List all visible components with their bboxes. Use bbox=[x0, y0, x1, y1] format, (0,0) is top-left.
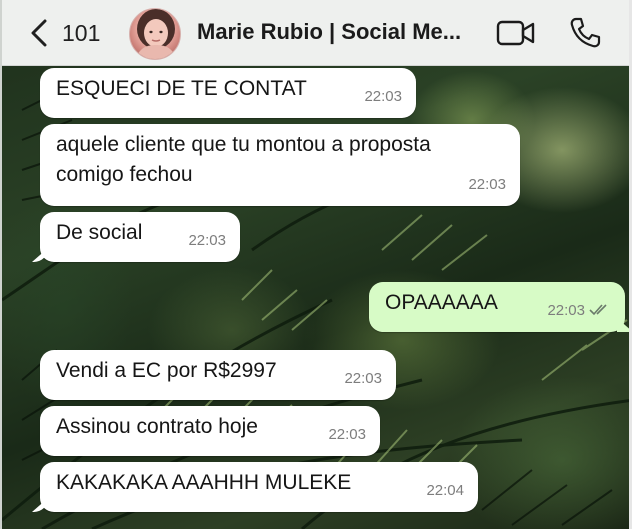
message-time: 22:03 bbox=[328, 426, 366, 443]
message-text: ESQUECI DE TE CONTAT bbox=[56, 77, 307, 100]
message-incoming[interactable]: ESQUECI DE TE CONTAT 22:03 bbox=[40, 68, 416, 118]
message-text: De social bbox=[56, 221, 143, 244]
message-time: 22:03 bbox=[344, 370, 382, 387]
message-text: OPAAAAAA bbox=[385, 291, 498, 314]
message-time: 22:03 bbox=[364, 88, 402, 105]
avatar-image bbox=[136, 9, 176, 59]
chat-header: 101 Marie Rubio | Social Me... bbox=[2, 0, 629, 66]
message-incoming[interactable]: Vendi a EC por R$2997 22:03 bbox=[40, 350, 396, 400]
message-incoming[interactable]: KAKAKAKA AAAHHH MULEKE 22:04 bbox=[40, 462, 478, 512]
message-outgoing[interactable]: OPAAAAAA 22:03 bbox=[369, 282, 625, 332]
voice-call-button[interactable] bbox=[568, 16, 602, 50]
chat-screen: 101 Marie Rubio | Social Me... ESQUECI D… bbox=[0, 0, 632, 529]
message-time: 22:03 bbox=[468, 176, 506, 193]
message-time: 22:03 bbox=[547, 296, 611, 326]
video-camera-icon bbox=[496, 20, 535, 46]
message-time-text: 22:03 bbox=[547, 302, 585, 319]
message-text: KAKAKAKA AAAHHH MULEKE bbox=[56, 471, 352, 494]
phone-icon bbox=[570, 17, 601, 48]
double-check-icon bbox=[589, 304, 607, 316]
message-time: 22:04 bbox=[426, 482, 464, 499]
message-text-line: comigo fechou bbox=[56, 163, 193, 186]
video-call-button[interactable] bbox=[496, 18, 536, 48]
message-incoming[interactable]: aquele cliente que tu montou a proposta … bbox=[40, 124, 520, 206]
contact-avatar[interactable] bbox=[129, 8, 181, 60]
message-text: Assinou contrato hoje bbox=[56, 415, 258, 438]
contact-name[interactable]: Marie Rubio | Social Me... bbox=[197, 19, 487, 45]
chevron-left-icon bbox=[31, 19, 47, 47]
back-button[interactable]: 101 bbox=[30, 17, 100, 49]
message-incoming[interactable]: De social 22:03 bbox=[40, 212, 240, 262]
message-time: 22:03 bbox=[188, 232, 226, 249]
message-text-line: aquele cliente que tu montou a proposta bbox=[56, 133, 431, 156]
message-text: Vendi a EC por R$2997 bbox=[56, 359, 277, 382]
unread-count: 101 bbox=[62, 19, 101, 46]
message-incoming[interactable]: Assinou contrato hoje 22:03 bbox=[40, 406, 380, 456]
